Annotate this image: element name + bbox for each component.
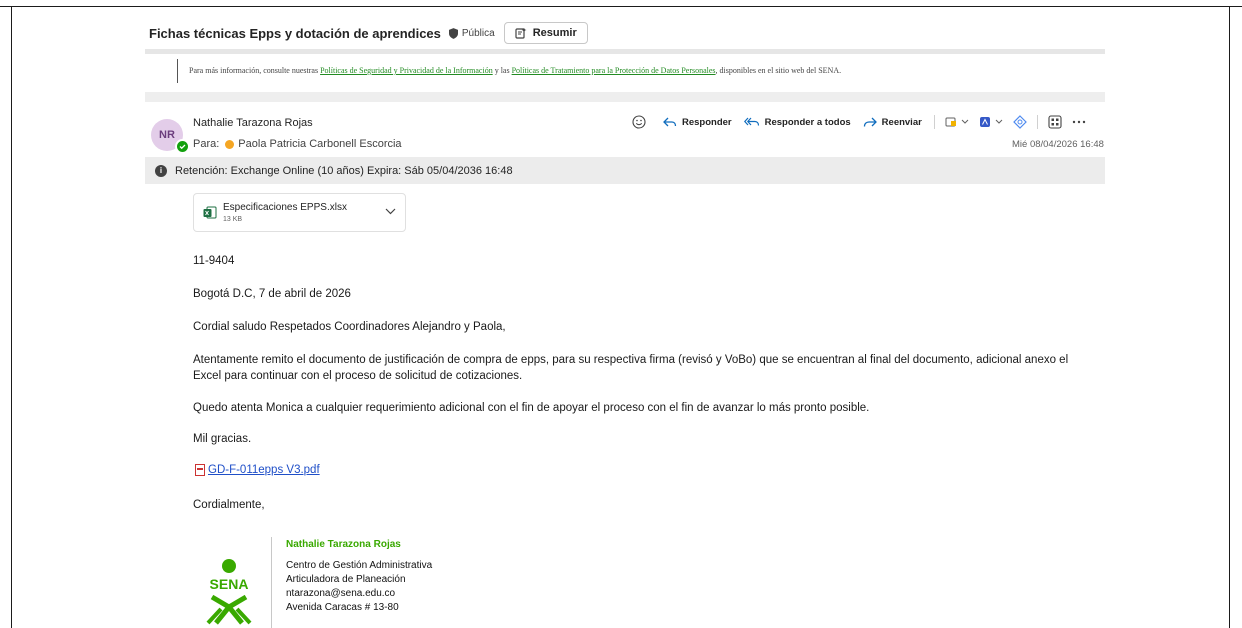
frame-left-border	[11, 6, 12, 628]
summarize-icon	[515, 28, 527, 39]
chevron-down-icon[interactable]	[385, 208, 396, 215]
recipient-name[interactable]: Paola Patricia Carbonell Escorcia	[238, 138, 401, 150]
sensitivity-label: Pública	[461, 27, 495, 39]
apps-button[interactable]	[1048, 115, 1062, 129]
attachment-name: Especificaciones EPPS.xlsx	[223, 202, 347, 213]
presence-available-icon	[175, 139, 190, 154]
signature-role: Articuladora de Planeación	[286, 574, 406, 585]
move-button[interactable]	[945, 116, 969, 128]
toolbar-separator	[1036, 115, 1038, 129]
emoji-button[interactable]	[632, 115, 651, 129]
signature-center: Centro de Gestión Administrativa	[286, 560, 433, 571]
pdf-link-row: GD-F-011epps V3.pdf	[195, 464, 320, 476]
header-divider	[145, 49, 1105, 54]
body-thanks: Mil gracias.	[193, 433, 252, 445]
toolbar-separator	[933, 115, 935, 129]
info-banner-post: , disponibles en el sitio web del SENA.	[715, 66, 842, 75]
info-banner-mid: y las	[492, 66, 512, 75]
signature-address: Avenida Caracas # 13-80	[286, 602, 399, 613]
frame-right-border	[1229, 6, 1230, 628]
pdf-document-link[interactable]: GD-F-011epps V3.pdf	[208, 464, 320, 476]
check-icon	[179, 144, 186, 150]
recipient-status-icon	[225, 139, 235, 149]
reply-all-label: Responder a todos	[764, 116, 851, 128]
info-banner-pre: Para más información, consulte nuestras	[189, 66, 321, 75]
info-banner: Para más información, consulte nuestras …	[189, 66, 841, 75]
info-icon: i	[155, 164, 167, 177]
shield-icon	[448, 27, 458, 39]
signature-details: Centro de Gestión Administrativa Articul…	[286, 559, 432, 615]
sena-logo: SENA	[206, 559, 252, 625]
teams-share-icon	[945, 117, 969, 127]
summarize-button[interactable]: Resumir	[503, 22, 588, 44]
banner-divider	[145, 92, 1105, 102]
data-policy-link[interactable]: Políticas de Tratamiento para la Protecc…	[512, 66, 716, 75]
signature-name: Nathalie Tarazona Rojas	[286, 539, 401, 550]
signature-divider	[271, 537, 272, 628]
body-closing: Cordialmente,	[193, 499, 265, 511]
loop-button[interactable]	[1012, 115, 1027, 129]
acrobat-button[interactable]	[979, 116, 1003, 128]
reply-icon	[663, 117, 677, 127]
acrobat-icon	[979, 117, 1003, 127]
loop-icon	[1012, 115, 1027, 129]
body-place-date: Bogotá D.C, 7 de abril de 2026	[193, 288, 351, 300]
retention-bar: i Retención: Exchange Online (10 años) E…	[145, 157, 1105, 184]
excel-file-icon	[203, 206, 217, 219]
forward-button[interactable]: Reenviar	[863, 116, 922, 128]
reply-all-button[interactable]: Responder a todos	[743, 116, 851, 128]
attachment-card[interactable]: Especificaciones EPPS.xlsx 13 KB	[193, 193, 406, 232]
apps-icon	[1048, 115, 1062, 129]
retention-text: Retención: Exchange Online (10 años) Exp…	[175, 164, 513, 177]
more-options-button[interactable]	[1072, 120, 1086, 124]
more-icon	[1072, 120, 1086, 124]
to-label: Para:	[193, 138, 220, 150]
info-banner-rule	[177, 59, 178, 83]
frame-top-border	[0, 6, 1242, 7]
reply-label: Responder	[682, 116, 732, 128]
summarize-label: Resumir	[532, 27, 577, 39]
forward-icon	[863, 117, 877, 127]
signature-email[interactable]: ntarazona@sena.edu.co	[286, 587, 432, 601]
forward-label: Reenviar	[881, 116, 922, 128]
subject-row: Fichas técnicas Epps y dotación de apren…	[149, 21, 588, 45]
sensitivity-badge[interactable]: Pública	[448, 27, 495, 39]
message-actions: Responder Responder a todos Reenviar	[632, 113, 1096, 131]
email-subject: Fichas técnicas Epps y dotación de apren…	[149, 25, 441, 41]
security-policy-link[interactable]: Políticas de Seguridad y Privacidad de l…	[320, 66, 493, 75]
body-paragraph-1: Atentamente remito el documento de justi…	[193, 354, 1069, 382]
attachment-size: 13 KB	[223, 216, 243, 223]
smiley-icon	[632, 115, 646, 129]
message-date: Mié 08/04/2026 16:48	[1012, 139, 1104, 150]
recipients-row: Para: Paola Patricia Carbonell Escorcia	[193, 138, 402, 150]
body-paragraph-2: Quedo atenta Monica a cualquier requerim…	[193, 402, 870, 414]
reply-all-icon	[743, 117, 759, 126]
body-reference: 11-9404	[193, 255, 235, 267]
pdf-icon	[195, 464, 205, 476]
reply-button[interactable]: Responder	[663, 116, 732, 128]
body-greeting: Cordial saludo Respetados Coordinadores …	[193, 321, 506, 333]
sender-name[interactable]: Nathalie Tarazona Rojas	[193, 117, 313, 129]
sena-logo-text: SENA	[210, 576, 249, 592]
